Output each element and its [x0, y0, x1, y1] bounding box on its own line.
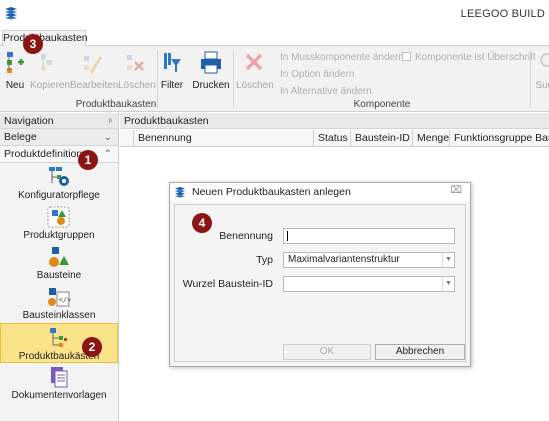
- print-icon: [201, 51, 221, 74]
- component-is-heading-label: Komponente ist Überschrift: [415, 52, 536, 63]
- column-baustein-id[interactable]: Baustein-ID: [351, 130, 413, 147]
- delete-component-label: Löschen: [236, 80, 274, 91]
- nav-item-bausteine[interactable]: Bausteine: [0, 243, 118, 283]
- block-classes-icon: </>: [48, 288, 72, 307]
- nav-item-bausteinklassen[interactable]: </> Bausteinklassen: [0, 283, 118, 323]
- tab-produktbaukasten[interactable]: Produktbaukasten: [2, 30, 88, 47]
- group-label-komponente: Komponente: [353, 99, 411, 110]
- cancel-button[interactable]: Abbrechen: [375, 344, 465, 360]
- delete-icon: [245, 53, 263, 71]
- navigation-title: Navigation: [4, 115, 54, 127]
- nav-item-label: Konfiguratorpflege: [18, 190, 100, 201]
- wurzel-baustein-select[interactable]: ▼: [283, 276, 455, 292]
- nav-item-label: Produktgruppen: [23, 230, 95, 241]
- benennung-label: Benennung: [219, 230, 273, 242]
- callout-badge-2: 2: [82, 337, 102, 357]
- search-button[interactable]: Suc: [534, 50, 549, 91]
- nav-item-konfiguratorpflege[interactable]: Konfiguratorpflege: [0, 163, 118, 203]
- ribbon: Neu Kopieren Bearbeiten Löschen Filter D…: [0, 46, 549, 112]
- search-icon: [540, 53, 549, 67]
- product-kits-icon: [50, 328, 67, 347]
- nav-item-label: Bausteine: [36, 270, 82, 281]
- ribbon-tab-strip: Produktbaukasten: [0, 30, 549, 47]
- close-icon[interactable]: ⌧: [450, 185, 462, 196]
- typ-label: Typ: [256, 254, 273, 266]
- component-is-heading-checkbox[interactable]: Komponente ist Überschrift: [402, 52, 536, 63]
- navigation-pane: Navigation ᵖ Belege ⌄ Produktdefinition …: [0, 113, 119, 421]
- ok-button[interactable]: OK: [283, 344, 371, 360]
- dialog-title-bar[interactable]: Neuen Produktbaukasten anlegen ⌧: [170, 183, 470, 201]
- filter-icon: [164, 53, 181, 72]
- grid-header: Benennung Status Baustein-ID Menge Funkt…: [120, 130, 549, 147]
- benennung-input[interactable]: [283, 228, 455, 244]
- nav-item-label: Bausteinklassen: [22, 310, 96, 321]
- new-icon: [7, 52, 24, 73]
- title-bar: LEEGOO BUILD: [0, 0, 549, 30]
- nav-section-produktdefinition[interactable]: Produktdefinition ⌃: [0, 146, 118, 163]
- change-to-option-option[interactable]: In Option ändern: [280, 69, 355, 80]
- new-product-kit-dialog: Neuen Produktbaukasten anlegen ⌧ Benennu…: [169, 182, 471, 367]
- app-logo-icon: [174, 186, 186, 198]
- building-blocks-icon: [49, 247, 69, 267]
- main-header: Produktbaukasten: [120, 113, 549, 129]
- filter-button-label: Filter: [160, 80, 184, 91]
- typ-select[interactable]: Maximalvariantenstruktur ▼: [283, 252, 455, 268]
- chevron-up-icon: ⌃: [103, 149, 112, 160]
- app-logo-icon: [5, 7, 17, 20]
- nav-section-belege[interactable]: Belege ⌄: [0, 129, 118, 146]
- delete-button-label: Löschen: [118, 80, 156, 91]
- dialog-body: Benennung Typ Maximalvariantenstruktur ▼…: [174, 204, 466, 362]
- print-button[interactable]: Drucken: [192, 50, 230, 91]
- change-to-mandatory-option[interactable]: In Musskomponente ändern: [280, 52, 404, 63]
- nav-section-produktdefinition-label: Produktdefinition: [4, 148, 83, 160]
- column-funktionsgruppe[interactable]: Funktionsgruppe Bauste: [450, 130, 549, 147]
- column-menge[interactable]: Menge: [413, 130, 450, 147]
- svg-text:</>: </>: [59, 296, 72, 304]
- filter-button[interactable]: Filter: [160, 50, 184, 91]
- nav-item-dokumentenvorlagen[interactable]: Dokumentenvorlagen: [0, 363, 118, 403]
- new-button[interactable]: Neu: [3, 50, 27, 91]
- callout-badge-4: 4: [192, 213, 212, 233]
- callout-badge-3: 3: [23, 34, 43, 54]
- copy-button[interactable]: Kopieren: [30, 50, 71, 91]
- nav-item-label: Dokumentenvorlagen: [11, 390, 107, 401]
- wurzel-label: Wurzel Baustein-ID: [182, 278, 273, 290]
- document-templates-icon: [51, 367, 68, 388]
- grid-row-selector-header: [120, 130, 134, 147]
- dropdown-arrow-icon[interactable]: ▼: [442, 253, 454, 267]
- ribbon-separator: [530, 50, 531, 108]
- typ-value: Maximalvariantenstruktur: [288, 254, 400, 265]
- change-to-alternative-option[interactable]: In Alternative ändern: [280, 86, 372, 97]
- edit-button-label: Bearbeiten: [70, 80, 119, 91]
- nav-item-produktgruppen[interactable]: Produktgruppen: [0, 203, 118, 243]
- pin-icon[interactable]: ᵖ: [109, 113, 112, 129]
- print-button-label: Drucken: [192, 80, 230, 91]
- configurator-icon: [49, 167, 69, 186]
- search-button-label: Suc: [535, 80, 549, 91]
- nav-section-belege-label: Belege: [4, 131, 37, 143]
- group-label-produktbaukasten: Produktbaukasten: [75, 99, 157, 110]
- app-title: LEEGOO BUILD: [460, 8, 545, 20]
- chevron-down-icon: ⌄: [103, 132, 112, 143]
- dialog-title: Neuen Produktbaukasten anlegen: [192, 186, 351, 198]
- column-benennung[interactable]: Benennung: [134, 130, 314, 147]
- new-button-label: Neu: [5, 80, 25, 91]
- text-cursor: [287, 231, 288, 241]
- delete-button[interactable]: Löschen: [118, 50, 156, 91]
- navigation-header: Navigation ᵖ: [0, 113, 118, 129]
- dropdown-arrow-icon[interactable]: ▼: [442, 277, 454, 291]
- column-status[interactable]: Status: [314, 130, 351, 147]
- delete-component-button[interactable]: Löschen: [236, 50, 274, 91]
- delete-icon: [127, 55, 144, 71]
- product-groups-icon: [47, 206, 70, 228]
- edit-button[interactable]: Bearbeiten: [70, 50, 118, 91]
- edit-icon: [84, 56, 102, 74]
- copy-button-label: Kopieren: [30, 80, 71, 91]
- checkbox-box: [402, 52, 411, 61]
- callout-badge-1: 1: [78, 150, 98, 170]
- copy-icon: [41, 54, 52, 71]
